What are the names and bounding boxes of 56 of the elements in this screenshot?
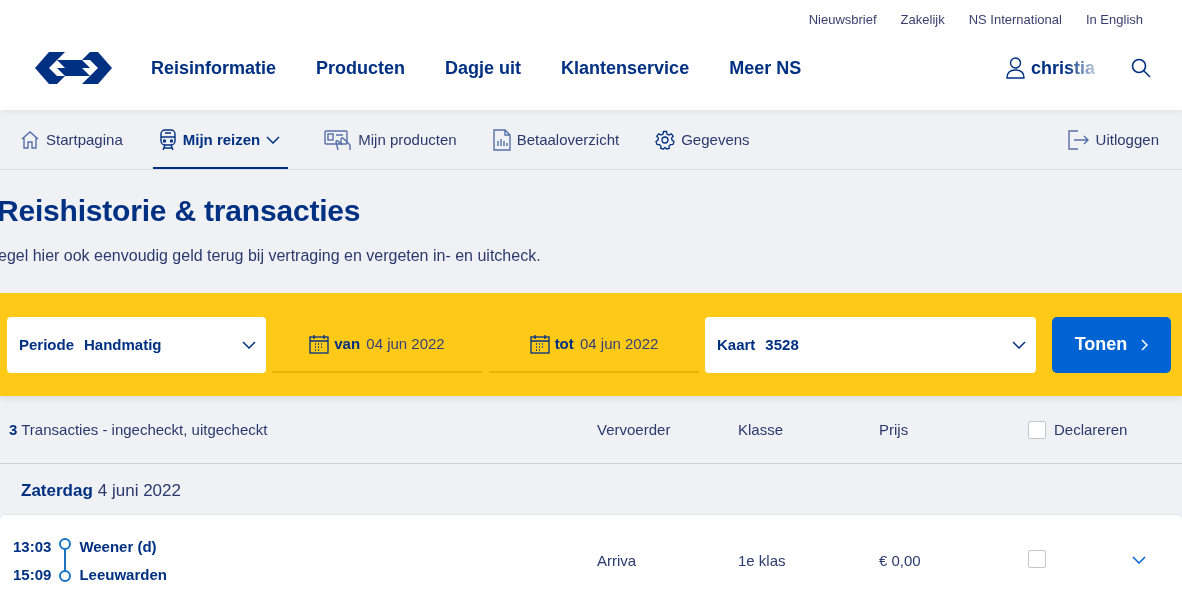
logout-link[interactable]: Uitloggen: [1067, 110, 1159, 169]
declare-label[interactable]: Declareren: [1054, 421, 1128, 438]
nav-link[interactable]: Dagje uit: [445, 57, 522, 79]
subnav-tab[interactable]: Mijn reizen: [152, 110, 289, 169]
settings-icon: [655, 129, 676, 150]
calendar-icon: [529, 333, 550, 354]
card-select[interactable]: Kaart 3528: [705, 316, 1036, 373]
utility-link[interactable]: Zakelijk: [900, 12, 945, 40]
column-header: Klasse: [738, 421, 785, 438]
period-value: Handmatig: [84, 336, 163, 353]
nav-link[interactable]: Reisinformatie: [151, 57, 277, 79]
home-icon: [20, 129, 40, 150]
chevron-down-icon: [1012, 340, 1026, 349]
route-line-icon: [58, 538, 73, 582]
departure-station: Weener (d): [79, 537, 158, 555]
day-heading: Zaterdag 4 juni 2022: [21, 481, 181, 501]
logo[interactable]: [35, 52, 112, 84]
period-select[interactable]: Periode Handmatig: [7, 316, 266, 373]
to-date-field[interactable]: tot 04 jun 2022: [489, 316, 699, 373]
departure-time: 13:03: [13, 537, 52, 555]
period-label: Periode: [19, 336, 75, 353]
user-icon[interactable]: [1005, 57, 1025, 79]
utility-link[interactable]: In English: [1085, 12, 1143, 40]
carrier-cell-text: Arriva: [597, 551, 638, 569]
nav-link[interactable]: Klantenservice: [561, 57, 690, 79]
subnav-tab[interactable]: Betaaloverzicht: [492, 110, 620, 169]
utility-link[interactable]: NS International: [968, 12, 1062, 40]
subnav-tab[interactable]: Startpagina: [20, 110, 123, 169]
from-date-field[interactable]: van 04 jun 2022: [272, 316, 482, 373]
column-header: Prijs: [879, 421, 910, 438]
card-label: Kaart: [717, 336, 756, 353]
arrival-station: Leeuwarden: [79, 565, 167, 583]
search-icon[interactable]: [1131, 58, 1151, 78]
user-name[interactable]: christia: [1030, 57, 1095, 79]
subnav-tab[interactable]: Gegevens: [655, 110, 750, 169]
document-icon: [492, 128, 511, 151]
class-cell-text: 1e klas: [738, 551, 787, 569]
column-header: Vervoerder: [597, 421, 672, 438]
transaction-summary: 3 Transacties - ingecheckt, uitgecheckt: [9, 421, 269, 438]
expand-chevron-icon[interactable]: [1132, 556, 1146, 564]
checkbox[interactable]: [1028, 549, 1046, 568]
train-icon: [158, 128, 177, 151]
price-cell-text: € 0,00: [879, 551, 922, 569]
show-button[interactable]: Tonen: [1052, 316, 1171, 373]
logout-icon: [1067, 129, 1090, 150]
nav-link[interactable]: Producten: [316, 57, 406, 79]
utility-link[interactable]: Nieuwsbrief: [808, 12, 877, 40]
card-value: 3528: [765, 336, 800, 353]
subnav-tab[interactable]: Mijn producten: [324, 110, 457, 169]
checkbox[interactable]: [1028, 420, 1046, 439]
card-icon: [324, 128, 353, 151]
chevron-right-icon: [1141, 338, 1149, 351]
chevron-down-icon: [242, 340, 256, 349]
calendar-icon: [309, 333, 330, 354]
arrival-time: 15:09: [13, 565, 52, 583]
nav-link[interactable]: Meer NS: [729, 57, 802, 79]
